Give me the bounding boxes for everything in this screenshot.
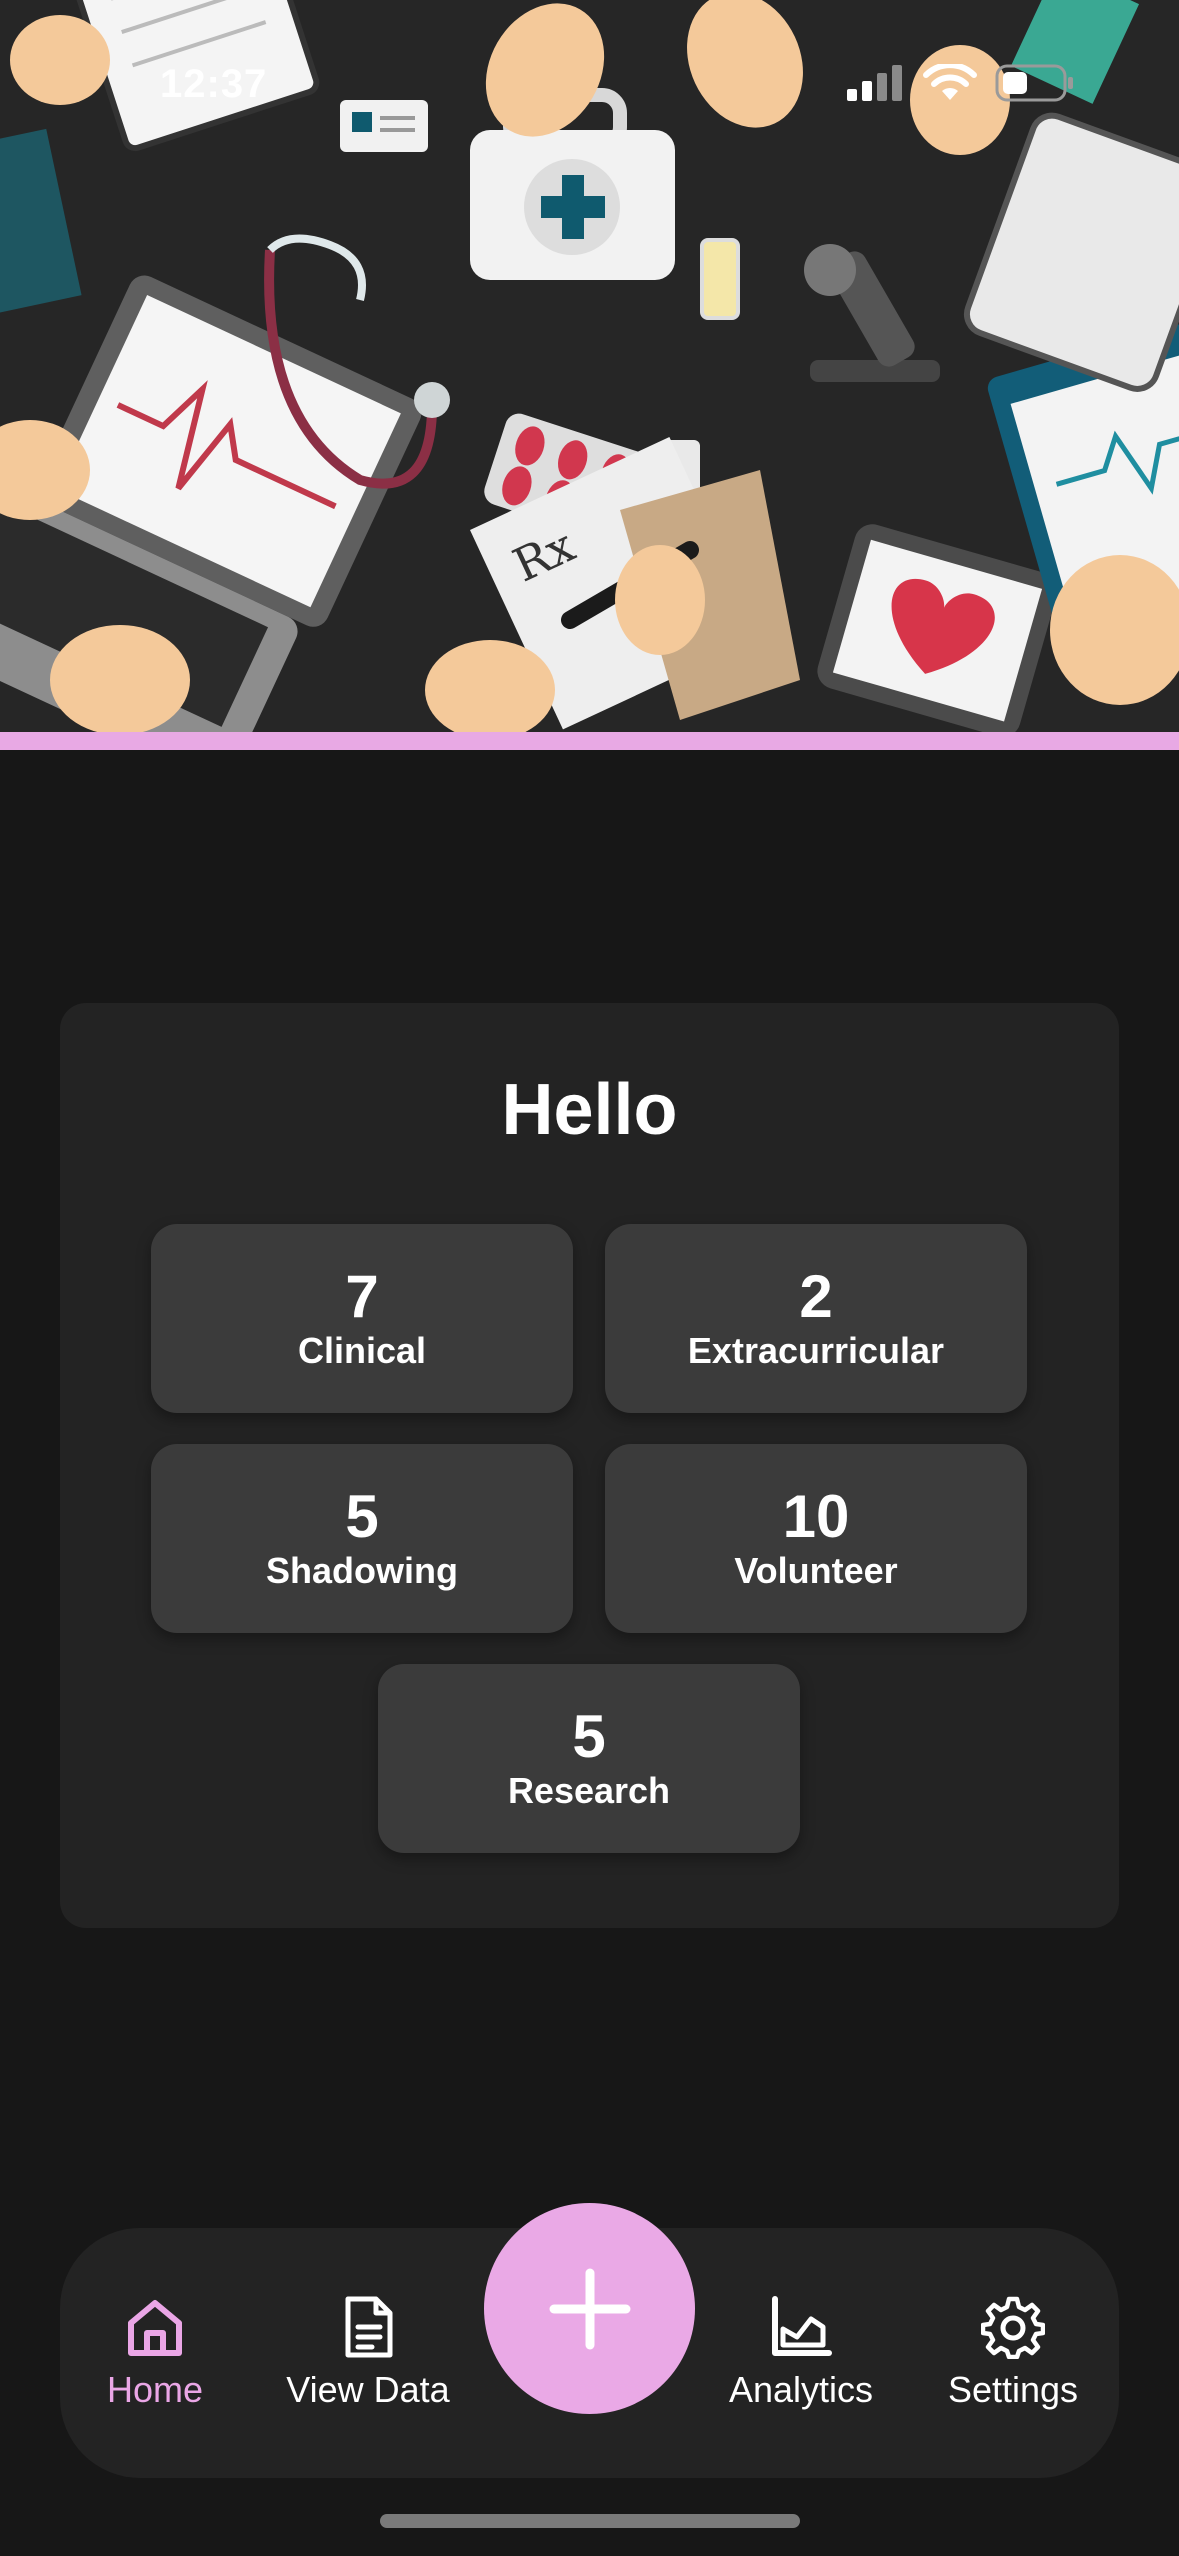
tab-settings[interactable]: Settings xyxy=(908,2228,1118,2478)
stat-label: Volunteer xyxy=(734,1549,898,1591)
stat-tile-extracurricular[interactable]: 2 Extracurricular xyxy=(605,1224,1027,1413)
stat-label: Clinical xyxy=(297,1329,427,1371)
tab-settings-label: Settings xyxy=(947,2369,1079,2410)
summary-card: Hello 7 Clinical 2 Extracurricular 5 Sha… xyxy=(60,1003,1119,1928)
stat-value: 5 xyxy=(345,1482,379,1550)
status-time: 12:37 xyxy=(160,62,268,106)
add-entry-button[interactable] xyxy=(484,2203,695,2414)
tab-view-data-label: View Data xyxy=(286,2369,450,2410)
status-bar: 12:37 xyxy=(0,0,1179,120)
accent-strip xyxy=(0,732,1179,750)
plus-icon xyxy=(549,2268,630,2349)
stat-tile-volunteer[interactable]: 10 Volunteer xyxy=(605,1444,1027,1633)
gear-icon xyxy=(981,2296,1045,2359)
battery-icon xyxy=(995,64,1073,102)
stat-label: Shadowing xyxy=(266,1549,458,1591)
greeting-title: Hello xyxy=(501,1070,678,1150)
tab-analytics-label: Analytics xyxy=(728,2369,874,2410)
tab-view-data[interactable]: View Data xyxy=(263,2228,473,2478)
wifi-icon xyxy=(923,64,977,100)
stat-value: 5 xyxy=(572,1702,606,1770)
stat-label: Research xyxy=(507,1769,671,1811)
home-indicator[interactable] xyxy=(380,2514,800,2528)
stat-label: Extracurricular xyxy=(687,1329,945,1371)
tab-home[interactable]: Home xyxy=(50,2228,260,2478)
status-icons xyxy=(847,64,1075,102)
tab-analytics[interactable]: Analytics xyxy=(696,2228,906,2478)
stat-tile-research[interactable]: 5 Research xyxy=(378,1664,800,1853)
stat-value: 10 xyxy=(782,1482,850,1550)
tab-home-label: Home xyxy=(106,2369,204,2410)
cellular-signal-icon xyxy=(847,65,902,101)
stat-value: 7 xyxy=(345,1262,379,1330)
chart-icon xyxy=(772,2296,832,2356)
document-icon xyxy=(345,2296,393,2358)
home-icon xyxy=(128,2300,182,2356)
stat-tile-shadowing[interactable]: 5 Shadowing xyxy=(151,1444,573,1633)
stat-tile-clinical[interactable]: 7 Clinical xyxy=(151,1224,573,1413)
stat-value: 2 xyxy=(799,1262,833,1330)
